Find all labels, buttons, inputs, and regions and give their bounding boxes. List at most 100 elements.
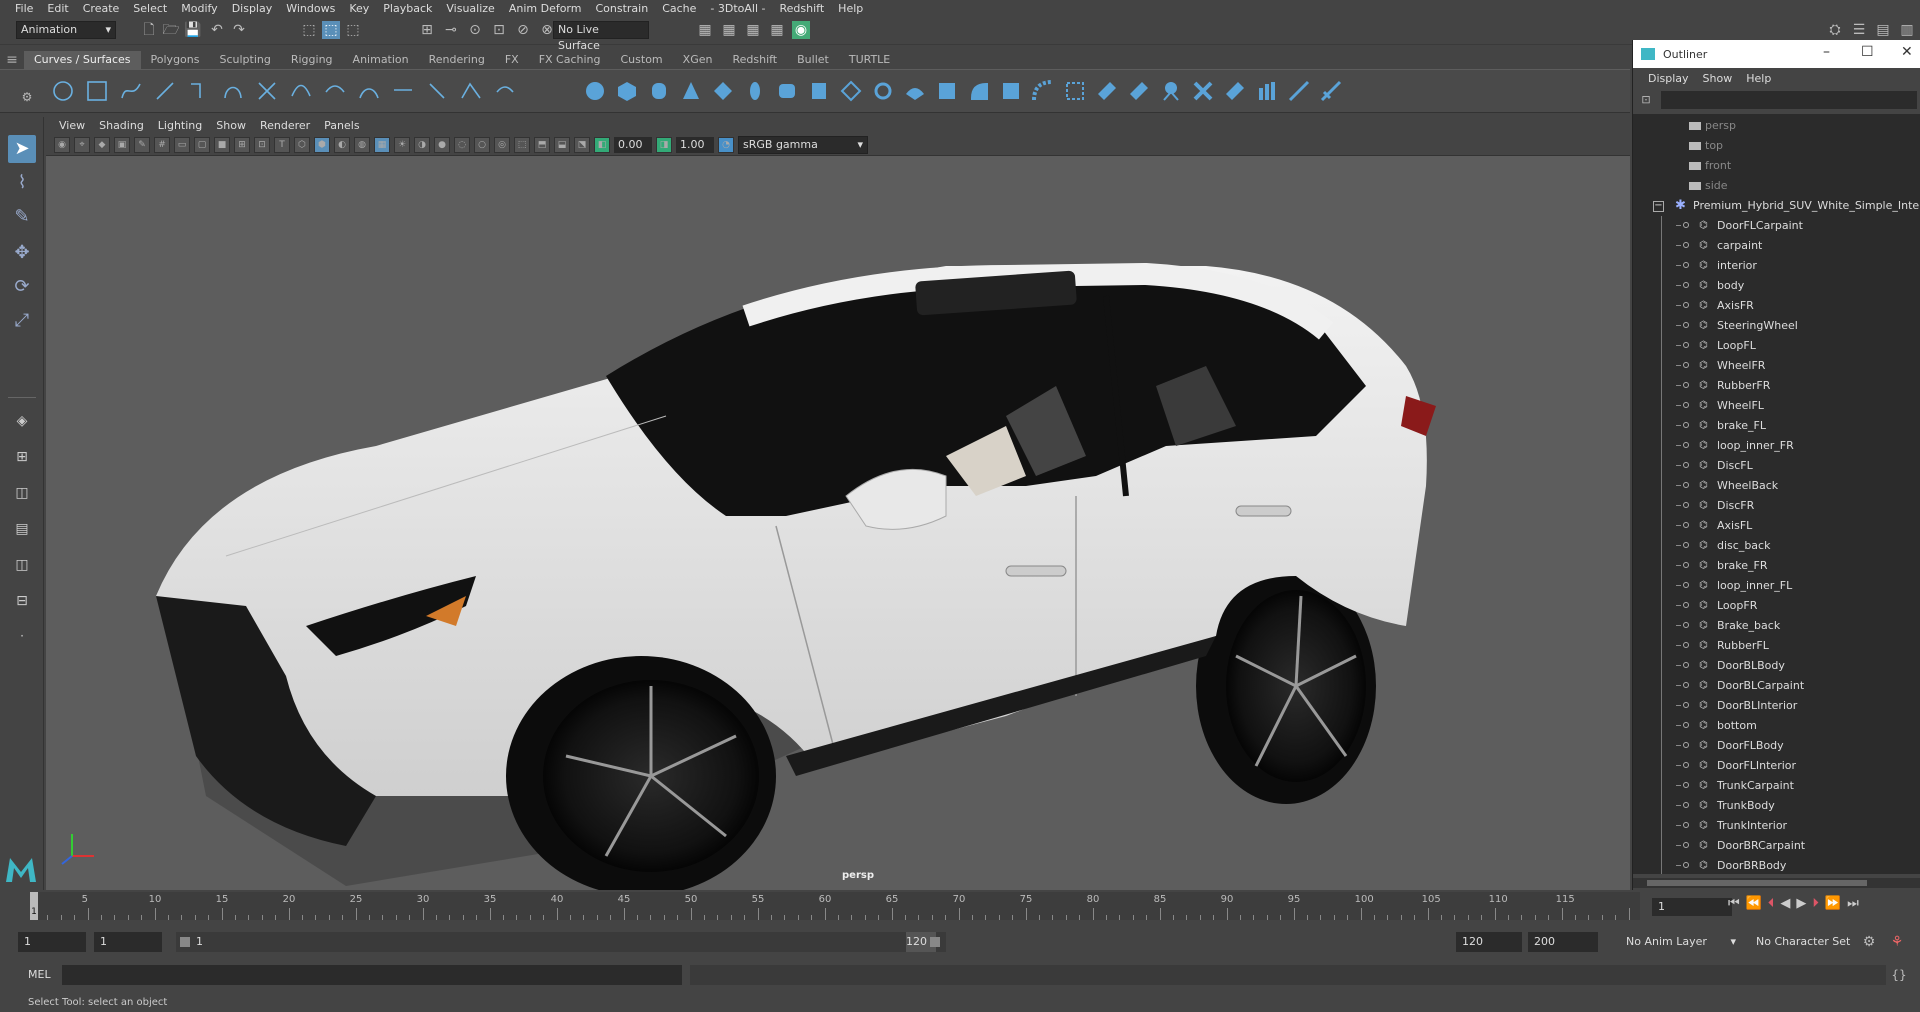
- bevel-plus-icon[interactable]: [936, 80, 958, 102]
- expand-dot-icon[interactable]: [1683, 582, 1689, 588]
- default-material-icon[interactable]: ◐: [334, 136, 350, 153]
- smooth-shade-icon[interactable]: ⬢: [314, 136, 330, 153]
- camera-attributes-icon[interactable]: ⌖: [74, 136, 90, 153]
- command-input[interactable]: [62, 965, 682, 985]
- range-end-handle[interactable]: [930, 937, 940, 947]
- rotate-tool-icon[interactable]: ⟳: [8, 273, 36, 301]
- live-surface-field[interactable]: No Live Surface: [553, 21, 649, 52]
- play-back-icon[interactable]: ◀: [1780, 896, 1790, 911]
- xray-icon[interactable]: ⬒: [534, 136, 550, 153]
- outliner-item-row[interactable]: ⌬ DiscFL: [1633, 456, 1920, 476]
- outliner-item-row[interactable]: ⌬ body: [1633, 276, 1920, 296]
- menu-item-14[interactable]: Redshift: [773, 2, 832, 15]
- outliner-item-row[interactable]: ⌬ RubberFL: [1633, 636, 1920, 656]
- outliner-item-row[interactable]: ⌬ SteeringWheel: [1633, 316, 1920, 336]
- snap-point-icon[interactable]: ⊙: [466, 21, 484, 39]
- redshift-render-icon[interactable]: ◉: [792, 21, 810, 39]
- single-view-icon[interactable]: ◈: [8, 407, 36, 435]
- maximize-icon[interactable]: ☐: [1861, 44, 1874, 60]
- playback-prefs-icon[interactable]: ⚘: [1888, 933, 1906, 951]
- expand-dot-icon[interactable]: [1683, 842, 1689, 848]
- offset-curve-icon[interactable]: [426, 80, 448, 102]
- expand-dot-icon[interactable]: [1683, 282, 1689, 288]
- ipr-render-icon[interactable]: ▦: [720, 21, 738, 39]
- outliner-item-row[interactable]: ⌬ loop_inner_FL: [1633, 576, 1920, 596]
- nurbs-cylinder-icon[interactable]: [648, 80, 670, 102]
- menu-item-4[interactable]: Modify: [174, 2, 224, 15]
- gate-mask-icon[interactable]: ■: [214, 136, 230, 153]
- bezier-curve-icon[interactable]: [256, 80, 278, 102]
- move-tool-icon[interactable]: ✥: [8, 239, 36, 267]
- viewport-menu-4[interactable]: Renderer: [253, 119, 317, 132]
- shelf-tab-6[interactable]: FX: [495, 51, 529, 69]
- expand-dot-icon[interactable]: [1683, 762, 1689, 768]
- expand-dot-icon[interactable]: [1683, 402, 1689, 408]
- menu-item-2[interactable]: Create: [76, 2, 127, 15]
- outliner-item-row[interactable]: ⌬ brake_FL: [1633, 416, 1920, 436]
- step-forward-icon[interactable]: ⏩: [1825, 896, 1841, 911]
- collapse-icon[interactable]: −: [1653, 201, 1664, 212]
- outliner-item-row[interactable]: ⌬ bottom: [1633, 716, 1920, 736]
- outliner-item-row[interactable]: ⌬ WheelFR: [1633, 356, 1920, 376]
- menu-item-0[interactable]: File: [8, 2, 40, 15]
- viewport-panel[interactable]: View Shading Lighting Show Renderer Panels ◉ …: [46, 117, 1630, 890]
- stitch-icon[interactable]: [1128, 80, 1150, 102]
- shelf-tab-0[interactable]: Curves / Surfaces: [24, 51, 141, 69]
- detach-curves-icon[interactable]: [324, 80, 346, 102]
- outliner-item-row[interactable]: ⌬ RubberFR: [1633, 376, 1920, 396]
- mode-selector[interactable]: Animation ▾: [16, 21, 116, 39]
- time-slider[interactable]: 5 10 15 20 25 30 35 40 45 50 55 60 65 70 75 80 85 90 95 100…: [0, 890, 1920, 924]
- expand-dot-icon[interactable]: [1683, 642, 1689, 648]
- outliner-filter-icon[interactable]: ⊡: [1637, 91, 1655, 109]
- expand-dot-icon[interactable]: [1683, 382, 1689, 388]
- rebuild-surface-icon[interactable]: [1256, 80, 1278, 102]
- expand-dot-icon[interactable]: [1683, 422, 1689, 428]
- outliner-hscrollbar[interactable]: [1633, 878, 1920, 888]
- hypershade-layout-icon[interactable]: ⊟: [8, 587, 36, 615]
- expand-dot-icon[interactable]: [1683, 482, 1689, 488]
- image-plane-icon[interactable]: ▣: [114, 136, 130, 153]
- isolate-select-icon[interactable]: ⬚: [514, 136, 530, 153]
- snap-surface-icon[interactable]: ⊘: [514, 21, 532, 39]
- attach-curves-icon[interactable]: [290, 80, 312, 102]
- boundary-icon[interactable]: [968, 80, 990, 102]
- expand-dot-icon[interactable]: [1683, 782, 1689, 788]
- shelf-tab-1[interactable]: Polygons: [141, 51, 210, 69]
- nurbs-plane-icon[interactable]: [712, 80, 734, 102]
- select-component-icon[interactable]: ⬚: [344, 21, 362, 39]
- outliner-item-row[interactable]: ⌬ DoorBRBody: [1633, 856, 1920, 874]
- shelf-tab-9[interactable]: XGen: [673, 51, 723, 69]
- menu-item-7[interactable]: Key: [342, 2, 376, 15]
- paint-select-icon[interactable]: ✎: [8, 203, 36, 231]
- expand-dot-icon[interactable]: [1683, 262, 1689, 268]
- depth-of-field-icon[interactable]: ◎: [494, 136, 510, 153]
- outliner-item-row[interactable]: ⌬ loop_inner_FR: [1633, 436, 1920, 456]
- workspace-icon[interactable]: ⛭: [1826, 21, 1844, 39]
- outliner-item-row[interactable]: ⌬ TrunkInterior: [1633, 816, 1920, 836]
- multisample-aa-icon[interactable]: ○: [474, 136, 490, 153]
- shelf-tab-2[interactable]: Sculpting: [209, 51, 280, 69]
- snap-curve-icon[interactable]: ⊸: [442, 21, 460, 39]
- shelf-tab-4[interactable]: Animation: [343, 51, 419, 69]
- birail-icon[interactable]: [904, 80, 926, 102]
- color-management-icon[interactable]: ◔: [718, 136, 734, 153]
- nurbs-torus-icon[interactable]: [744, 80, 766, 102]
- viewport-menu-2[interactable]: Lighting: [151, 119, 209, 132]
- gamma-icon[interactable]: ◨: [656, 136, 672, 153]
- expand-dot-icon[interactable]: [1683, 742, 1689, 748]
- outliner-search-input[interactable]: [1661, 91, 1917, 109]
- nurbs-sphere-icon[interactable]: [584, 80, 606, 102]
- insert-knot-icon[interactable]: [358, 80, 380, 102]
- shelf-tab-7[interactable]: FX Caching: [529, 51, 611, 69]
- rebuild-curve-icon[interactable]: [460, 80, 482, 102]
- expand-dot-icon[interactable]: [1683, 662, 1689, 668]
- nurbs-cone-icon[interactable]: [680, 80, 702, 102]
- shelf-tab-11[interactable]: Bullet: [787, 51, 839, 69]
- fillet-icon[interactable]: [1032, 80, 1054, 102]
- outliner-item-row[interactable]: ⌬ brake_FR: [1633, 556, 1920, 576]
- expand-dot-icon[interactable]: [1683, 702, 1689, 708]
- outliner-item-row[interactable]: ⌬ DoorFLBody: [1633, 736, 1920, 756]
- select-hierarchy-icon[interactable]: ⬚: [300, 21, 318, 39]
- outliner-item-row[interactable]: ⌬ AxisFR: [1633, 296, 1920, 316]
- range-slider[interactable]: 1 120: [176, 932, 946, 952]
